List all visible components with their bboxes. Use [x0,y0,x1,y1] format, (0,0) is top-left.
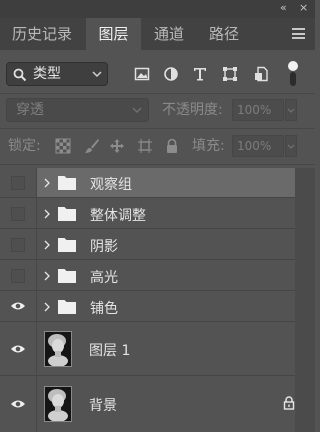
visibility-checkbox[interactable] [11,269,25,283]
layer-row-group[interactable]: 阴影 [0,229,315,260]
blend-mode-select[interactable]: 穿透 [6,98,149,122]
opacity-dropdown-button[interactable] [285,99,297,121]
lock-image-pixels-icon[interactable] [84,138,100,154]
folder-icon [58,176,76,190]
fill-value: 100% [237,139,272,153]
layer-content[interactable]: 背景 [37,376,315,432]
lock-all-icon[interactable] [164,138,180,154]
layer-name: 阴影 [90,239,118,255]
layer-content[interactable]: 高光 [37,260,315,290]
chevron-down-icon [92,71,102,78]
layer-row-group[interactable]: 整体调整 [0,198,315,229]
blend-opacity-row: 穿透 不透明度: 100% [0,96,315,124]
fill-input[interactable]: 100% [232,135,284,157]
eye-icon[interactable] [10,343,26,355]
filter-kind-select[interactable]: 类型 [6,62,108,86]
lock-label: 锁定: [8,138,41,154]
visibility-checkbox[interactable] [11,207,25,221]
expand-arrow-icon[interactable] [44,178,50,188]
folder-icon [58,269,76,283]
panel-tabs: 历史记录 图层 通道 路径 [0,18,315,50]
expand-arrow-icon[interactable] [44,209,50,219]
layer-row-group[interactable]: 观察组 [0,168,315,198]
layer-visibility-cell[interactable] [0,376,37,432]
layer-visibility-cell[interactable] [0,198,37,228]
layer-content[interactable]: 阴影 [37,229,315,259]
layer-visibility-cell[interactable] [0,260,37,290]
tab-paths[interactable]: 路径 [198,18,250,50]
fill-label: 填充: [192,138,225,154]
divider [0,164,315,165]
layer-filter-bar: 类型 [0,58,315,92]
folder-icon [58,300,76,314]
opacity-input[interactable]: 100% [232,99,284,121]
layer-row-pixel[interactable]: 图层 1 [0,322,315,376]
layer-list-scrollbar[interactable] [295,168,315,432]
layer-list: 观察组 整体调整 阴影 高光 铺色 图层 1 背景 [0,168,315,432]
layer-content[interactable]: 观察组 [37,168,315,197]
divider [0,128,315,129]
layers-panel: « × 历史记录 图层 通道 路径 类型 穿透 不透明度: 100% 锁定: 填… [0,0,315,432]
adjustment-filter-icon[interactable] [163,66,179,82]
lock-fill-row: 锁定: 填充: 100% [0,132,315,160]
smart-object-filter-icon[interactable] [253,66,269,82]
layer-row-group[interactable]: 高光 [0,260,315,291]
lock-position-icon[interactable] [109,138,125,154]
layer-content[interactable]: 铺色 [37,291,315,321]
type-filter-icon[interactable] [192,66,208,82]
layer-name: 观察组 [90,177,132,193]
layer-name: 图层 1 [89,343,131,359]
layer-name: 铺色 [90,301,118,317]
layer-name: 高光 [90,270,118,286]
toggle-track [290,72,296,86]
eye-icon[interactable] [10,398,26,410]
layer-content[interactable]: 图层 1 [37,322,315,375]
expand-arrow-icon[interactable] [44,302,50,312]
lock-transparent-pixels-icon[interactable] [55,138,71,154]
opacity-value: 100% [237,103,272,117]
divider [0,93,315,94]
layer-visibility-cell[interactable] [0,291,37,321]
layer-thumbnail [44,331,72,367]
layer-visibility-cell[interactable] [0,322,37,375]
fill-dropdown-button[interactable] [285,135,297,157]
layer-content[interactable]: 整体调整 [37,198,315,228]
visibility-checkbox[interactable] [11,238,25,252]
panel-menu-icon[interactable] [292,28,305,39]
lock-artboard-icon[interactable] [137,138,153,154]
opacity-label: 不透明度: [162,102,223,118]
eye-icon[interactable] [10,300,26,312]
close-panel-button[interactable]: × [299,1,308,15]
filter-kind-label: 类型 [33,66,61,82]
layer-name: 背景 [89,398,117,414]
expand-arrow-icon[interactable] [44,240,50,250]
expand-arrow-icon[interactable] [44,271,50,281]
chevron-down-icon [132,107,142,114]
layer-visibility-cell[interactable] [0,168,37,197]
image-filter-icon[interactable] [134,66,150,82]
portrait-thumbnail-image [45,387,71,421]
lock-icon [283,396,295,410]
tab-history[interactable]: 历史记录 [0,18,84,50]
layer-row-background[interactable]: 背景 [0,376,315,432]
chevron-down-icon [287,144,295,149]
portrait-thumbnail-image [45,332,71,366]
layer-visibility-cell[interactable] [0,229,37,259]
filter-toggle-switch[interactable] [288,61,298,87]
collapse-panel-button[interactable]: « [280,1,287,15]
toggle-knob [288,61,298,71]
visibility-checkbox[interactable] [11,176,25,190]
layer-name: 整体调整 [90,208,146,224]
tab-channels[interactable]: 通道 [143,18,195,50]
shape-filter-icon[interactable] [222,66,238,82]
search-icon [13,68,27,82]
folder-icon [58,238,76,252]
panel-title-bar: « × [0,0,315,18]
layer-row-group[interactable]: 铺色 [0,291,315,322]
folder-icon [58,207,76,221]
chevron-down-icon [287,108,295,113]
tab-layers[interactable]: 图层 [86,18,141,50]
layer-thumbnail [44,386,72,422]
blend-mode-value: 穿透 [16,102,44,118]
